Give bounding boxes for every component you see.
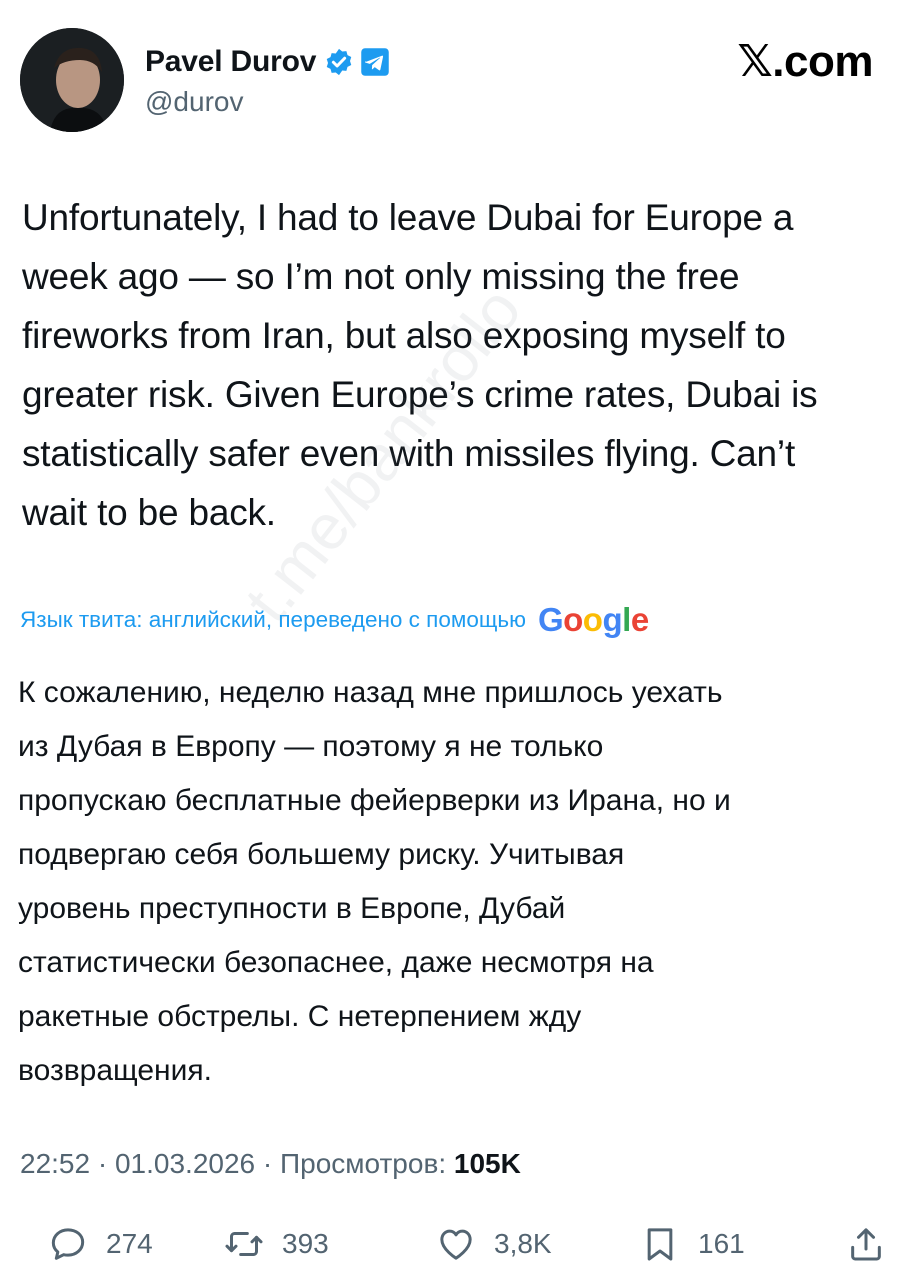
translated-line: из Дубая в Европу — поэтому я не только: [18, 730, 604, 763]
translated-line: К сожалению, неделю назад мне пришлось у…: [18, 676, 723, 709]
tweet-line: greater risk. Given Europe’s crime rates…: [22, 374, 818, 415]
tweet-line: wait to be back.: [22, 492, 276, 533]
avatar-image: [20, 28, 124, 132]
reply-count: 274: [106, 1228, 153, 1259]
reply-button[interactable]: 274: [48, 1214, 153, 1274]
bookmark-count: 161: [698, 1228, 745, 1259]
views-label: Просмотров:: [280, 1148, 447, 1179]
translation-label[interactable]: Язык твита: английский, переведено с пом…: [20, 607, 526, 633]
author-handle[interactable]: @durov: [145, 86, 243, 118]
repost-count: 393: [282, 1228, 329, 1259]
translated-line: уровень преступности в Европе, Дубай: [18, 892, 566, 925]
tweet-text: Unfortunately, I had to leave Dubai for …: [22, 188, 902, 542]
tweet-line: statistically safer even with missiles f…: [22, 433, 796, 474]
tweet-line: week ago — so I’m not only missing the f…: [22, 256, 740, 297]
repost-icon: [225, 1232, 263, 1256]
meta-separator: ·: [97, 1148, 108, 1179]
share-icon: [851, 1228, 881, 1261]
translated-line: возвращения.: [18, 1054, 212, 1087]
tweet-meta: 22:52 · 01.03.2026 · Просмотров: 105K: [20, 1148, 521, 1180]
verified-badge-icon: [326, 48, 352, 76]
action-bar: 274 393 3,8K 161: [0, 1214, 919, 1274]
author-name[interactable]: Pavel Durov: [145, 45, 316, 79]
repost-button[interactable]: 393: [224, 1214, 329, 1274]
bookmark-icon: [647, 1228, 673, 1261]
author-name-row: Pavel Durov: [145, 42, 390, 82]
translated-line: статистически безопаснее, даже несмотря …: [18, 946, 654, 979]
translated-text: К сожалению, неделю назад мне пришлось у…: [18, 666, 898, 1098]
bookmark-button[interactable]: 161: [640, 1214, 745, 1274]
google-logo: Google: [537, 601, 649, 638]
translated-line: пропускаю бесплатные фейерверки из Ирана…: [18, 784, 731, 817]
translated-line: ракетные обстрелы. С нетерпением жду: [18, 1000, 582, 1033]
avatar[interactable]: [20, 28, 124, 132]
share-button[interactable]: [846, 1214, 886, 1274]
translated-line: подвергаю себя большему риску. Учитывая: [18, 838, 625, 871]
views-count: 105K: [453, 1148, 521, 1179]
reply-icon: [51, 1228, 85, 1260]
translation-attribution[interactable]: Язык твита: английский, переведено с пом…: [20, 600, 649, 640]
tweet-time[interactable]: 22:52: [20, 1148, 90, 1179]
tweet-date[interactable]: 01.03.2026: [115, 1148, 255, 1179]
telegram-icon: [361, 48, 389, 76]
meta-separator: ·: [262, 1148, 273, 1179]
like-button[interactable]: 3,8K: [436, 1214, 552, 1274]
brand-label: 𝕏.com: [737, 37, 873, 86]
heart-icon: [440, 1229, 472, 1260]
like-count: 3,8K: [494, 1228, 552, 1259]
tweet-line: Unfortunately, I had to leave Dubai for …: [22, 197, 794, 238]
tweet-line: fireworks from Iran, but also exposing m…: [22, 315, 786, 356]
